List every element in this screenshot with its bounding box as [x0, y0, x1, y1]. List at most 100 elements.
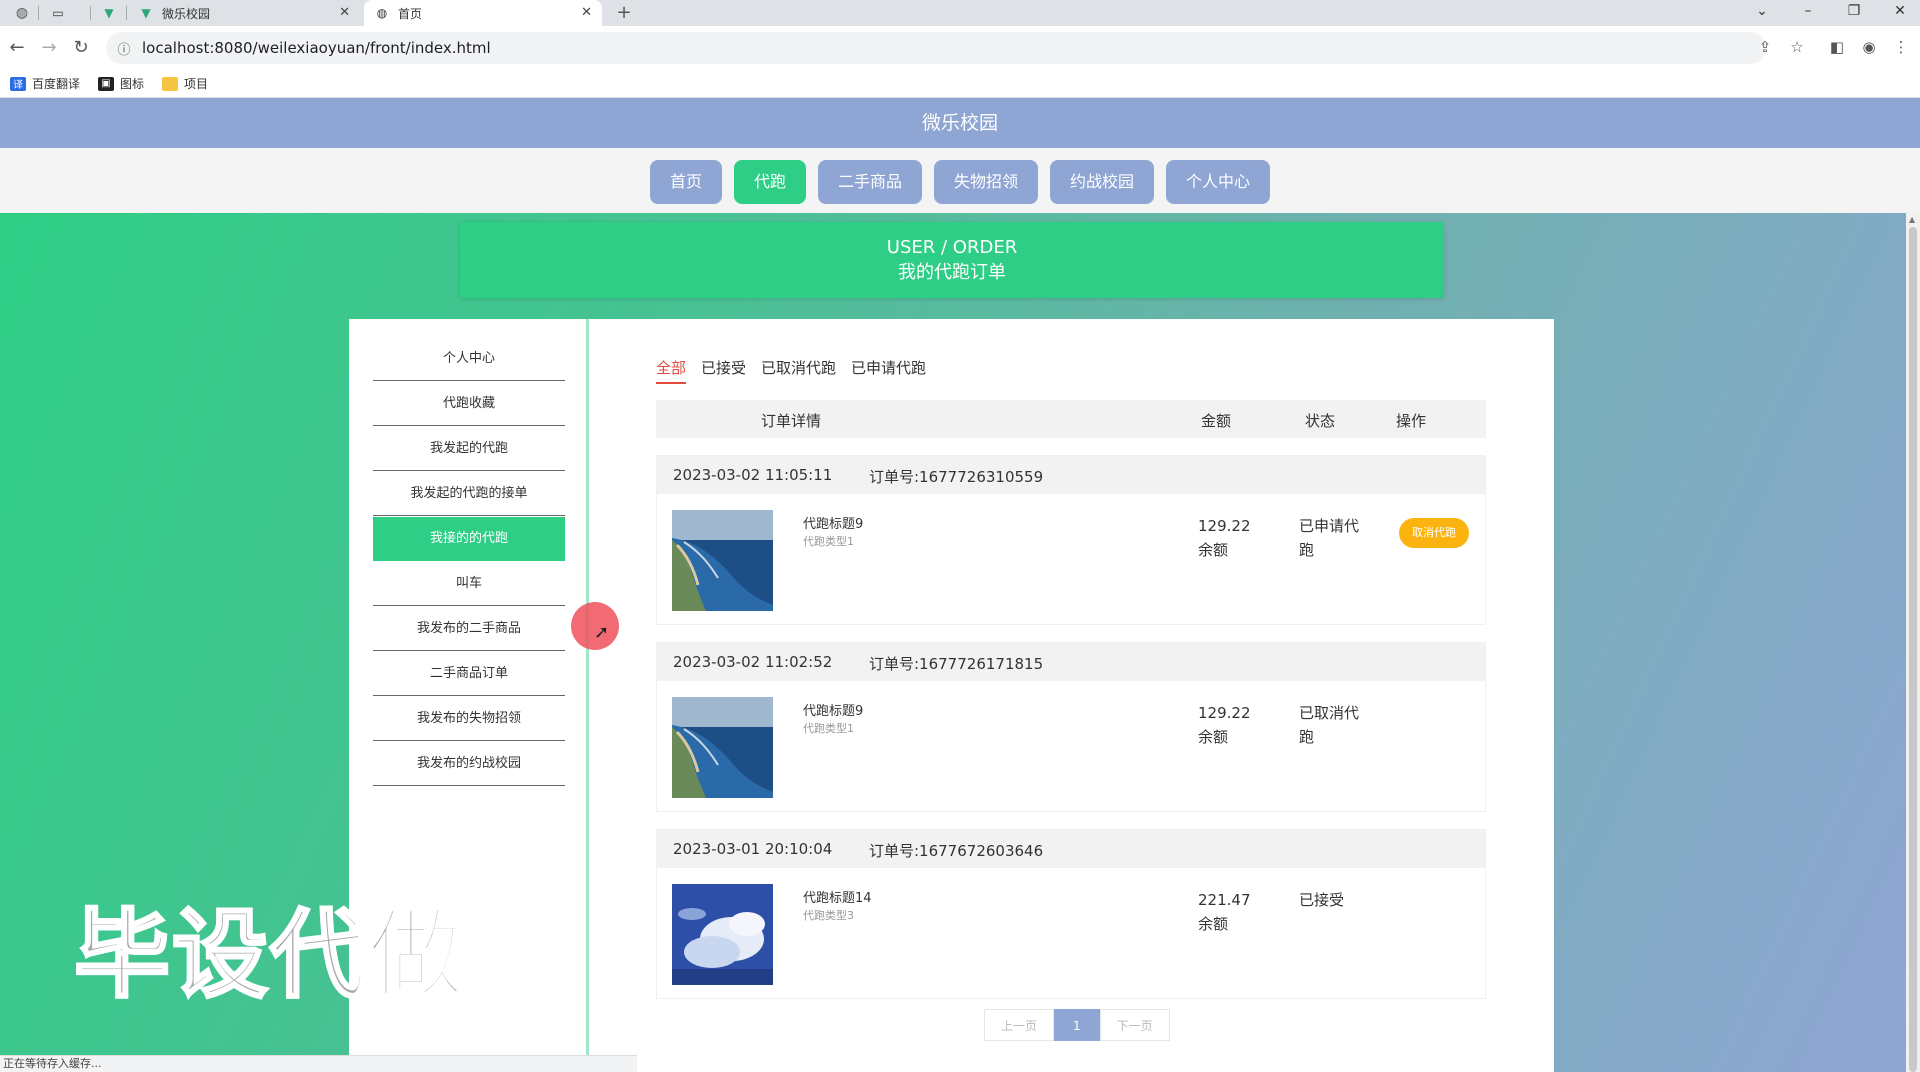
- bookmark-projects[interactable]: 项目: [162, 75, 208, 92]
- tab-separator: [90, 6, 91, 20]
- info-icon[interactable]: ⓘ: [114, 39, 134, 58]
- new-tab-button[interactable]: +: [614, 3, 634, 23]
- pay-method: 余额: [1198, 541, 1229, 559]
- order-number: 订单号:1677726171815: [869, 655, 1044, 673]
- order-title[interactable]: 代跑标题9: [803, 700, 863, 719]
- col-amount: 金额: [1201, 412, 1232, 430]
- scroll-up-icon[interactable]: ▲: [1909, 215, 1915, 224]
- order-card: 2023-03-01 20:10:04 订单号:1677672603646 代跑…: [656, 829, 1486, 999]
- tab-applied[interactable]: 已申请代跑: [851, 357, 926, 384]
- tab-accepted[interactable]: 已接受: [701, 357, 746, 384]
- order-amount: 221.47 余额: [1198, 888, 1251, 936]
- order-amount: 129.22 余额: [1198, 514, 1251, 562]
- url-field[interactable]: ⓘ localhost:8080/weilexiaoyuan/front/ind…: [106, 32, 1766, 64]
- bookmark-icons[interactable]: ▣ 图标: [98, 75, 144, 92]
- minimize-icon[interactable]: –: [1798, 3, 1818, 19]
- close-tab-icon[interactable]: ✕: [339, 5, 350, 20]
- order-header: 2023-03-01 20:10:04 订单号:1677672603646: [657, 830, 1485, 868]
- sidebar-item-errand-favorites[interactable]: 代跑收藏: [373, 382, 565, 426]
- forward-arrow-icon[interactable]: →: [38, 38, 60, 58]
- order-thumbnail[interactable]: [672, 884, 773, 985]
- amount-value: 129.22: [1198, 704, 1251, 722]
- share-icon[interactable]: ⇪: [1754, 38, 1776, 56]
- nav-home[interactable]: 首页: [649, 160, 722, 204]
- sidebar-item-accepted-errands[interactable]: 我接的的代跑: [373, 517, 565, 561]
- order-filter-tabs: 全部 已接受 已取消代跑 已申请代跑: [656, 357, 941, 384]
- tab-search-icon[interactable]: ⌄: [1752, 3, 1772, 19]
- banner-title-cn: 我的代跑订单: [898, 262, 1006, 283]
- browser-tab-1[interactable]: ▭: [40, 0, 84, 26]
- cancel-errand-button[interactable]: 取消代跑: [1399, 518, 1469, 548]
- page-scrollbar[interactable]: ▲: [1906, 213, 1920, 1072]
- browser-status-bar: 正在等待存入缓存...: [0, 1055, 637, 1072]
- blank-page-icon: ▭: [52, 6, 64, 20]
- main-nav: 首页 代跑 二手商品 失物招领 约战校园 个人中心: [0, 148, 1920, 213]
- order-type: 代跑类型1: [803, 722, 854, 735]
- page-number-current[interactable]: 1: [1054, 1009, 1100, 1041]
- sidebar-item-call-car[interactable]: 叫车: [373, 562, 565, 606]
- content-panel: 个人中心 代跑收藏 我发起的代跑 我发起的代跑的接单 我接的的代跑 叫车 我发布…: [349, 319, 1554, 1072]
- vue-logo-icon: ▼: [141, 6, 151, 20]
- col-detail: 订单详情: [761, 412, 822, 430]
- nav-second-hand[interactable]: 二手商品: [817, 160, 922, 204]
- close-tab-icon[interactable]: ✕: [581, 5, 592, 20]
- banner-title-en: USER / ORDER: [886, 237, 1018, 258]
- site-title: 微乐校园: [0, 98, 1920, 148]
- back-arrow-icon[interactable]: ←: [6, 38, 28, 58]
- col-status: 状态: [1305, 412, 1336, 430]
- pagination: 上一页 1 下一页: [984, 1009, 1170, 1041]
- nav-errand[interactable]: 代跑: [733, 160, 806, 204]
- sidebar-item-second-hand-orders[interactable]: 二手商品订单: [373, 652, 565, 696]
- browser-tab-4[interactable]: ◍ 首页 ✕: [364, 0, 602, 26]
- amount-value: 221.47: [1198, 891, 1251, 909]
- order-title[interactable]: 代跑标题9: [803, 513, 863, 532]
- tab-separator: [38, 6, 39, 20]
- nav-user-center[interactable]: 个人中心: [1166, 160, 1271, 204]
- address-bar-row: ← → ↻ ⓘ localhost:8080/weilexiaoyuan/fro…: [0, 26, 1920, 70]
- orders-table-header: 订单详情 金额 状态 操作: [656, 400, 1486, 438]
- sidebar-item-my-lost-found[interactable]: 我发布的失物招领: [373, 697, 565, 741]
- folder-icon: [162, 76, 179, 91]
- url-text: localhost:8080/weilexiaoyuan/front/index…: [142, 39, 491, 57]
- translate-icon: 译: [10, 76, 26, 91]
- tab-cancelled[interactable]: 已取消代跑: [761, 357, 836, 384]
- order-status: 已申请代跑: [1299, 517, 1360, 559]
- sidebar-item-my-second-hand[interactable]: 我发布的二手商品: [373, 607, 565, 651]
- pay-method: 余额: [1198, 915, 1229, 933]
- sidebar-item-my-campus-match[interactable]: 我发布的约战校园: [373, 742, 565, 786]
- bookmark-star-icon[interactable]: ☆: [1786, 38, 1808, 56]
- sidebar-item-my-errand-orders[interactable]: 我发起的代跑的接单: [373, 472, 565, 516]
- nav-lost-found[interactable]: 失物招领: [934, 160, 1039, 204]
- sidebar-item-user-center[interactable]: 个人中心: [373, 337, 565, 381]
- next-page-button[interactable]: 下一页: [1099, 1009, 1170, 1041]
- amount-value: 129.22: [1198, 517, 1251, 535]
- globe-icon: ◍: [376, 6, 388, 20]
- order-thumbnail[interactable]: [672, 697, 773, 798]
- side-panel-icon[interactable]: ◧: [1826, 38, 1848, 56]
- order-type: 代跑类型3: [803, 909, 854, 922]
- bookmark-logo-icon: ▣: [98, 76, 115, 91]
- restore-icon[interactable]: ❐: [1844, 3, 1864, 19]
- bookmark-baidu-translate[interactable]: 译 百度翻译: [10, 75, 80, 92]
- reload-icon[interactable]: ↻: [70, 38, 92, 58]
- order-time: 2023-03-02 11:02:52: [673, 653, 833, 671]
- order-number: 订单号:1677672603646: [869, 842, 1044, 860]
- order-thumbnail[interactable]: [672, 510, 773, 611]
- scrollbar-thumb[interactable]: [1909, 227, 1917, 1072]
- profile-avatar-icon[interactable]: ◉: [1858, 38, 1880, 56]
- nav-campus-match[interactable]: 约战校园: [1050, 160, 1155, 204]
- browser-tab-3[interactable]: ▼ 微乐校园 ✕: [128, 0, 360, 26]
- order-type: 代跑类型1: [803, 535, 854, 548]
- order-title[interactable]: 代跑标题14: [803, 887, 872, 906]
- menu-dots-icon[interactable]: ⋮: [1890, 38, 1912, 56]
- sidebar-item-my-errands[interactable]: 我发起的代跑: [373, 427, 565, 471]
- mouse-cursor-icon: ➚: [594, 622, 610, 643]
- order-number: 订单号:1677726310559: [869, 468, 1044, 486]
- browser-tab-2[interactable]: ▼: [92, 0, 124, 26]
- tab-separator: [126, 6, 127, 20]
- close-window-icon[interactable]: ✕: [1890, 3, 1910, 19]
- tab-all[interactable]: 全部: [656, 357, 687, 384]
- prev-page-button[interactable]: 上一页: [984, 1009, 1055, 1041]
- globe-icon[interactable]: ◍: [12, 3, 32, 23]
- vue-logo-icon: ▼: [104, 6, 114, 20]
